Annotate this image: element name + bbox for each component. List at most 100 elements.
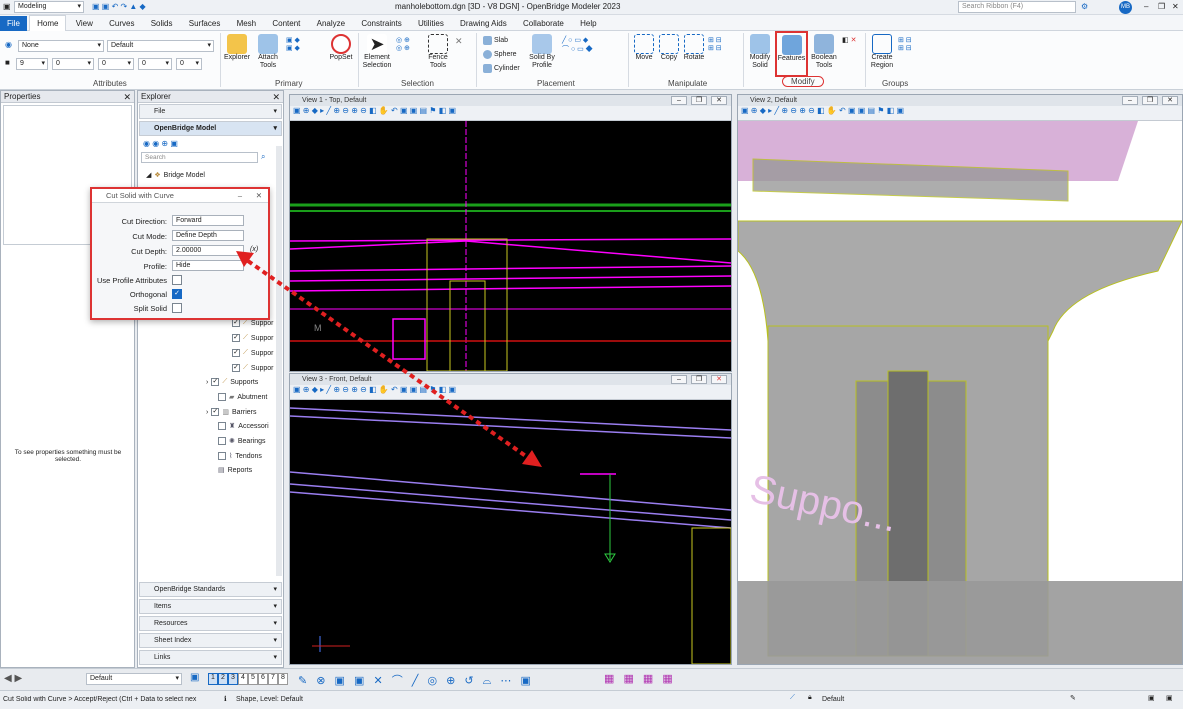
move-button[interactable]: Move — [632, 34, 656, 62]
popset-button[interactable]: PopSet — [328, 34, 354, 62]
lock-icon[interactable]: 🔒︎ — [808, 694, 812, 702]
split-solid-checkbox[interactable] — [172, 303, 182, 313]
clear-selection-icon[interactable]: ✕ — [455, 36, 463, 47]
view-close[interactable]: ✕ — [711, 375, 727, 384]
view-button-2[interactable]: 2 — [218, 673, 228, 685]
selection-small-tools[interactable]: ◎ ⊕ ◎ ⊕ — [396, 36, 410, 52]
tab-content[interactable]: Content — [265, 16, 307, 32]
view-groups-icon[interactable]: ▣ — [190, 672, 199, 683]
settings-icon[interactable]: ✎ — [1070, 694, 1076, 702]
tab-mesh[interactable]: Mesh — [230, 16, 264, 32]
tree-root[interactable]: ◢ ❖ Bridge Model — [146, 171, 205, 180]
view-2-canvas[interactable]: Suppo... — [738, 121, 1182, 664]
tab-help[interactable]: Help — [573, 16, 603, 32]
tab-view[interactable]: View — [69, 16, 100, 32]
view-button-7[interactable]: 7 — [268, 673, 278, 685]
boolean-tools-button[interactable]: Boolean Tools — [809, 34, 839, 70]
manipulate-small-tools[interactable]: ⊞ ⊟ ⊞ ⊟ — [708, 36, 738, 52]
explorer-button[interactable]: Explorer — [222, 34, 252, 62]
close-icon[interactable]: ✕ — [272, 91, 280, 103]
tab-curves[interactable]: Curves — [102, 16, 141, 32]
minimize-icon[interactable]: – — [1144, 2, 1148, 11]
section-items[interactable]: Items — [139, 599, 282, 614]
view-button-3[interactable]: 3 — [228, 673, 238, 685]
search-icon[interactable]: ⌕ — [261, 152, 265, 162]
tab-surfaces[interactable]: Surfaces — [182, 16, 228, 32]
cut-direction-select[interactable]: Forward — [172, 215, 244, 226]
close-icon[interactable]: ✕ — [256, 189, 262, 203]
primary-small-tools[interactable]: ▣ ◆ ▣ ◆ — [286, 36, 326, 52]
maximize-icon[interactable]: ❐ — [1158, 2, 1165, 11]
solid-by-profile-button[interactable]: Solid By Profile — [525, 34, 559, 70]
message-icon[interactable]: ▣ — [1148, 694, 1155, 702]
explorer-file-section[interactable]: File — [139, 104, 282, 119]
accudraw-snap-icons[interactable]: ✎ ⊗ ▣ ▣ ✕ ⌒ ╱ ◎ ⊕ ↺ ⌓ ⋯ ▣ — [298, 672, 534, 688]
view-button-6[interactable]: 6 — [258, 673, 268, 685]
class-select[interactable]: 0 — [138, 58, 172, 70]
weight-select[interactable]: 0 — [98, 58, 134, 70]
view-button-5[interactable]: 5 — [248, 673, 258, 685]
section-openbridge-standards[interactable]: OpenBridge Standards — [139, 582, 282, 597]
workflow-select[interactable]: Modeling — [14, 1, 84, 13]
copy-button[interactable]: Copy — [657, 34, 681, 62]
view-restore[interactable]: ❐ — [1142, 96, 1158, 105]
color-select[interactable]: 9 — [16, 58, 48, 70]
view-2-window[interactable]: View 2, Default – ❐ ✕ ▣ ⊕ ◆ ▸ ╱ ⊕ ⊖ ⊕ ⊖ … — [737, 94, 1183, 665]
view-close[interactable]: ✕ — [1162, 96, 1178, 105]
cylinder-button[interactable]: Cylinder — [483, 64, 520, 73]
level-select[interactable]: None — [18, 40, 104, 52]
view-1-toolbar[interactable]: ▣ ⊕ ◆ ▸ ╱ ⊕ ⊖ ⊕ ⊖ ◧ ✋ ↶ ▣ ▣ ▤ ⚑ ◧ ▣ — [290, 106, 731, 121]
minimize-icon[interactable]: – — [238, 189, 242, 203]
view-button-1[interactable]: 1 — [208, 673, 218, 685]
quick-access-icons[interactable]: ▣ ▣ ↶ ↷ ▲ ◆ — [92, 2, 146, 11]
view-minimize[interactable]: – — [671, 375, 687, 384]
placement-small-tools[interactable]: ╱ ○ ▭ ◆ ⌒ ○ ▭ ◆ — [562, 36, 622, 54]
tab-home[interactable]: Home — [29, 15, 67, 31]
attach-tools-button[interactable]: Attach Tools — [254, 34, 282, 70]
tab-file[interactable]: File — [0, 16, 27, 32]
section-resources[interactable]: Resources — [139, 616, 282, 631]
view-minimize[interactable]: – — [1122, 96, 1138, 105]
explorer-search-input[interactable]: Search — [141, 152, 258, 163]
modify-solid-button[interactable]: Modify Solid — [746, 34, 774, 70]
tab-constraints[interactable]: Constraints — [354, 16, 408, 32]
orthogonal-checkbox[interactable]: ✓ — [172, 289, 182, 299]
tab-solids[interactable]: Solids — [144, 16, 180, 32]
view-attribute-select[interactable]: Default — [86, 673, 182, 685]
view-2-toolbar[interactable]: ▣ ⊕ ◆ ▸ ╱ ⊕ ⊖ ⊕ ⊖ ◧ ✋ ↶ ▣ ▣ ▤ ⚑ ◧ ▣ — [738, 106, 1182, 121]
view-minimize[interactable]: – — [671, 96, 687, 105]
section-sheet-index[interactable]: Sheet Index — [139, 633, 282, 648]
back-icon[interactable]: ◀ ▶ — [4, 673, 22, 684]
explorer-toolbar-icons[interactable]: ◉ ◉ ⊕ ▣ — [143, 139, 178, 148]
tab-collaborate[interactable]: Collaborate — [516, 16, 571, 32]
features-button[interactable]: Features — [775, 31, 808, 77]
cut-mode-select[interactable]: Define Depth — [172, 230, 244, 241]
style-select[interactable]: Default — [107, 40, 214, 52]
grid-snap-icons[interactable]: ▦ ▦ ▦ ▦ — [604, 672, 676, 685]
view-restore[interactable]: ❐ — [691, 96, 707, 105]
tab-utilities[interactable]: Utilities — [411, 16, 451, 32]
help-icon[interactable]: ⚙ — [1081, 2, 1088, 11]
user-avatar[interactable]: MB — [1119, 1, 1132, 14]
snap-icon[interactable]: ▣ — [1166, 694, 1173, 702]
view-button-4[interactable]: 4 — [238, 673, 248, 685]
close-icon[interactable]: ✕ — [1172, 2, 1179, 11]
tab-analyze[interactable]: Analyze — [310, 16, 352, 32]
tab-drawing-aids[interactable]: Drawing Aids — [453, 16, 514, 32]
view-button-8[interactable]: 8 — [278, 673, 288, 685]
line-style-select[interactable]: 0 — [52, 58, 94, 70]
create-region-button[interactable]: Create Region — [868, 34, 896, 70]
explorer-model-section[interactable]: OpenBridge Model — [139, 121, 282, 136]
use-profile-checkbox[interactable] — [172, 275, 182, 285]
groups-small-tools[interactable]: ⊞ ⊟ ⊞ ⊟ — [898, 36, 928, 52]
element-selection-button[interactable]: ➤ Element Selection — [360, 34, 394, 70]
accudraw-icon[interactable]: ⟋ — [790, 694, 795, 702]
modify-small-tools[interactable]: ◧ ✕ — [842, 36, 860, 44]
transparency-select[interactable]: 0 — [176, 58, 202, 70]
fence-tools-button[interactable]: Fence Tools — [424, 34, 452, 70]
view-close[interactable]: ✕ — [711, 96, 727, 105]
slab-button[interactable]: Slab — [483, 36, 508, 45]
view-restore[interactable]: ❐ — [691, 375, 707, 384]
close-icon[interactable]: ✕ — [123, 91, 131, 103]
rotate-button[interactable]: Rotate — [681, 34, 707, 62]
